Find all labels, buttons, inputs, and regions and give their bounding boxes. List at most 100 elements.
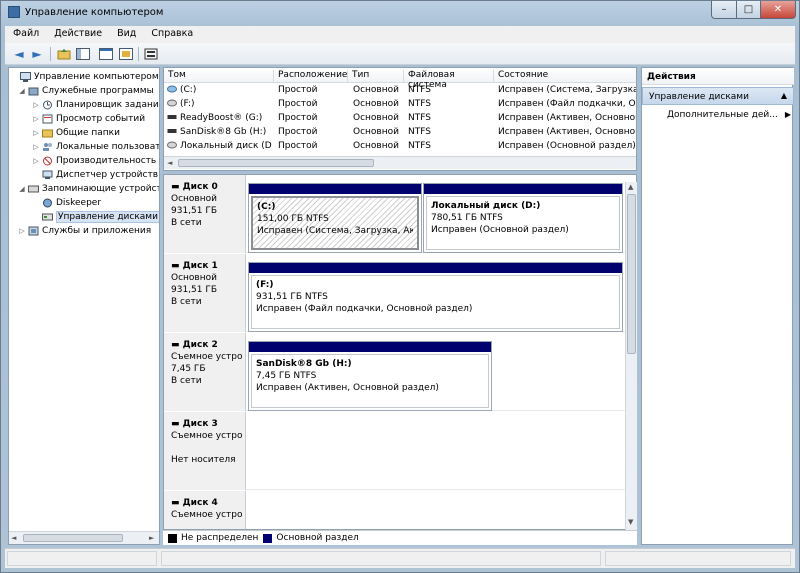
disk-info[interactable]: ▬ Диск 3 Съемное устро Нет носителя: [164, 412, 246, 490]
scroll-thumb[interactable]: [178, 159, 374, 167]
disk-size: 931,51 ГБ: [171, 285, 218, 295]
tree-item-diskeeper[interactable]: Diskeeper: [41, 196, 101, 210]
scroll-thumb[interactable]: [627, 194, 636, 354]
cell-fs: NTFS: [408, 127, 431, 137]
toolbar-separator: [50, 47, 51, 61]
disk-info[interactable]: ▬ Диск 1 Основной 931,51 ГБ В сети: [164, 254, 246, 332]
usb-drive-icon: ▬: [171, 419, 180, 429]
tree-label: Службы и приложения: [42, 226, 152, 236]
disk-kind: Съемное устро: [171, 431, 243, 441]
tree-item-root[interactable]: Управление компьютером (л: [9, 70, 159, 84]
partition-band: [249, 263, 622, 273]
submenu-arrow-icon: ▶: [784, 110, 791, 119]
help-icon[interactable]: [98, 46, 114, 62]
table-row[interactable]: (F:) Простой Основной NTFS Исправен (Фай…: [164, 98, 637, 111]
column-header-layout[interactable]: Расположение: [274, 70, 348, 83]
disk-info[interactable]: ▬ Диск 4 Съемное устро: [164, 491, 246, 529]
cell-status: Исправен (Файл подкачки, Осно: [498, 99, 637, 109]
tree-label: Управление дисками: [56, 211, 159, 223]
column-header-volume[interactable]: Том: [164, 70, 274, 83]
tree-item-perf[interactable]: ▷ Производительность: [31, 154, 156, 168]
maximize-button[interactable]: □: [736, 1, 761, 19]
tree-item-devices[interactable]: Диспетчер устройств: [41, 168, 158, 182]
cell-layout: Простой: [278, 113, 318, 123]
disk-map-vscrollbar[interactable]: ▲ ▼: [625, 182, 637, 530]
status-bar: [5, 548, 795, 568]
tree-label: Диспетчер устройств: [56, 170, 159, 180]
actions-section[interactable]: Управление дисками ▲: [642, 87, 794, 105]
scroll-right-icon[interactable]: ►: [149, 534, 154, 542]
legend-primary: Основной раздел: [276, 533, 359, 543]
properties-icon[interactable]: [118, 46, 134, 62]
partition-band: [424, 184, 622, 194]
tree-horizontal-scrollbar[interactable]: ◄ ►: [9, 531, 159, 544]
tree-label: Производительность: [56, 156, 157, 166]
usb-drive-icon: ▬: [171, 340, 180, 350]
disk-info[interactable]: ▬ Диск 2 Съемное устро 7,45 ГБ В сети: [164, 333, 246, 411]
partition-d[interactable]: Локальный диск (D:) 780,51 ГБ NTFS Испра…: [423, 183, 623, 253]
table-row[interactable]: (C:) Простой Основной NTFS Исправен (Сис…: [164, 84, 636, 97]
menu-help[interactable]: Справка: [143, 26, 200, 43]
partition-status: Исправен (Система, Загрузка, Активе: [257, 226, 413, 236]
volume-list-hscrollbar[interactable]: ◄: [164, 156, 636, 169]
more-actions-label: Дополнительные дей...: [667, 110, 778, 120]
disk-settings-icon[interactable]: [143, 46, 159, 62]
scroll-up-icon[interactable]: ▲: [628, 183, 633, 191]
tree-item-services[interactable]: ▷ Службы и приложения: [17, 224, 151, 238]
menu-action[interactable]: Действие: [46, 26, 109, 43]
disk-name: Диск 4: [182, 498, 218, 508]
folder-up-icon[interactable]: [56, 46, 72, 62]
expand-icon[interactable]: ▷: [31, 157, 41, 165]
table-row[interactable]: Локальный диск (D:) Простой Основной NTF…: [164, 140, 636, 153]
more-actions[interactable]: Дополнительные дей... ▶: [667, 110, 791, 124]
disk-name: Диск 1: [182, 261, 218, 271]
menu-file[interactable]: Файл: [5, 26, 46, 43]
disk-state: Нет носителя: [171, 455, 236, 465]
table-row[interactable]: SanDisk®8 Gb (H:) Простой Основной NTFS …: [164, 126, 636, 139]
partition-c[interactable]: (C:) 151,00 ГБ NTFS Исправен (Система, З…: [248, 183, 422, 253]
partition-f[interactable]: (F:) 931,51 ГБ NTFS Исправен (Файл подка…: [248, 262, 623, 332]
tree-item-diskmgmt[interactable]: Управление дисками: [41, 210, 159, 224]
console-tree-icon[interactable]: [75, 46, 91, 62]
expand-icon[interactable]: ▷: [31, 115, 41, 123]
tree-item-events[interactable]: ▷ Просмотр событий: [31, 112, 145, 126]
column-header-type[interactable]: Тип: [348, 70, 404, 83]
volume-icon: [167, 99, 177, 110]
partition-size: 7,45 ГБ NTFS: [256, 371, 317, 381]
disk-row: ▬ Диск 1 Основной 931,51 ГБ В сети (F:) …: [164, 254, 626, 332]
disk-state: В сети: [171, 218, 202, 228]
collapse-icon[interactable]: ▲: [781, 91, 787, 100]
disk-size: [171, 442, 245, 454]
close-button[interactable]: ✕: [760, 1, 796, 19]
tree-item-shared[interactable]: ▷ Общие папки: [31, 126, 120, 140]
cell-type: Основной: [353, 141, 399, 151]
disk-row: ▬ Диск 0 Основной 931,51 ГБ В сети (C:) …: [164, 175, 626, 253]
scroll-thumb[interactable]: [23, 534, 123, 542]
scroll-left-icon[interactable]: ◄: [11, 534, 16, 542]
scroll-down-icon[interactable]: ▼: [628, 518, 633, 526]
forward-arrow-icon[interactable]: ►: [29, 46, 45, 62]
menu-view[interactable]: Вид: [109, 26, 143, 43]
partition-status: Исправен (Файл подкачки, Основной раздел…: [256, 304, 473, 314]
shared-folder-icon: [41, 128, 53, 139]
tree-item-storage[interactable]: ◢ Запоминающие устройст: [17, 182, 159, 196]
expand-icon[interactable]: ▷: [31, 129, 41, 137]
disk-info[interactable]: ▬ Диск 0 Основной 931,51 ГБ В сети: [164, 175, 246, 253]
collapse-icon[interactable]: ◢: [17, 185, 27, 193]
expand-icon[interactable]: ▷: [31, 101, 41, 109]
expand-icon[interactable]: ▷: [31, 143, 41, 151]
back-arrow-icon[interactable]: ◄: [11, 46, 27, 62]
cell-layout: Простой: [278, 99, 318, 109]
column-header-status[interactable]: Состояние: [494, 70, 636, 83]
column-header-fs[interactable]: Файловая система: [404, 70, 494, 90]
partition-h[interactable]: SanDisk®8 Gb (H:) 7,45 ГБ NTFS Исправен …: [248, 341, 492, 411]
tree-item-utilities[interactable]: ◢ Служебные программы: [17, 84, 153, 98]
table-row[interactable]: ReadyBoost® (G:) Простой Основной NTFS И…: [164, 112, 636, 125]
partition-status: Исправен (Основной раздел): [431, 225, 569, 235]
collapse-icon[interactable]: ◢: [17, 87, 27, 95]
tree-item-users[interactable]: ▷ Локальные пользовате: [31, 140, 159, 154]
expand-icon[interactable]: ▷: [17, 227, 27, 235]
minimize-button[interactable]: –: [711, 1, 737, 19]
scroll-left-icon[interactable]: ◄: [167, 159, 172, 167]
tree-item-scheduler[interactable]: ▷ Планировщик заданий: [31, 98, 159, 112]
